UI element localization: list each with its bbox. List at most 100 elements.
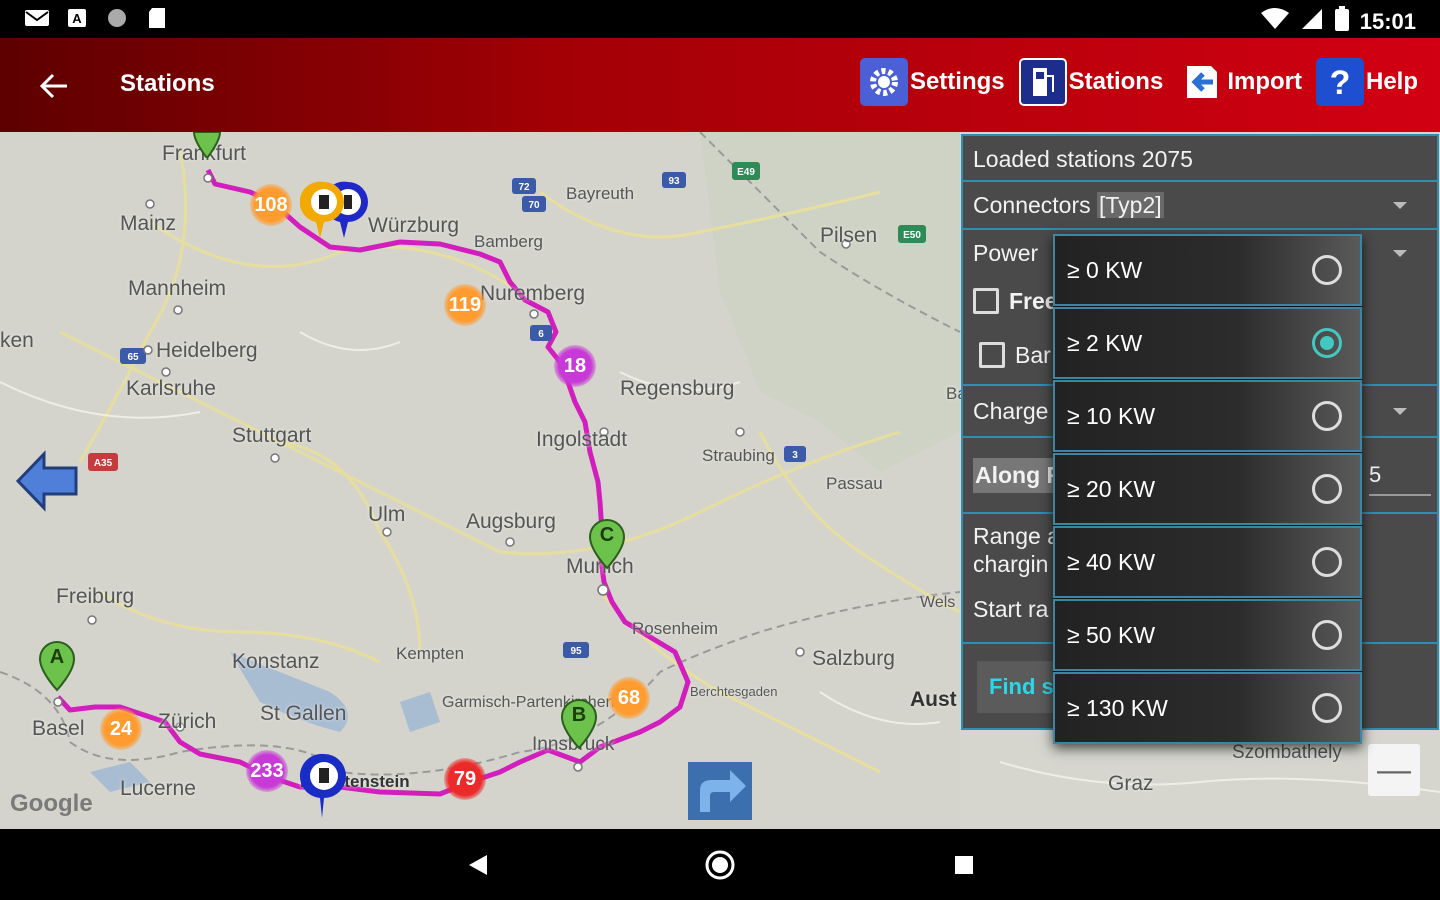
waypoint-a-pin[interactable]: A <box>38 640 76 692</box>
power-option[interactable]: ≥ 40 KW <box>1053 526 1362 598</box>
sd-card-icon <box>144 6 170 30</box>
map-label: Lucerne <box>120 777 196 800</box>
station-pin[interactable] <box>298 752 350 822</box>
power-option-label: ≥ 2 KW <box>1067 329 1143 356</box>
station-cluster[interactable]: 233 <box>246 750 288 792</box>
map-label: Passau <box>826 474 883 493</box>
map-label: Basel <box>32 717 85 740</box>
connectors-value: [Typ2] <box>1097 192 1164 218</box>
connectors-select[interactable]: Connectors [Typ2] <box>963 182 1437 230</box>
station-cluster[interactable]: 18 <box>554 345 596 387</box>
app-bar: Stations Settings Stations Import ? Help <box>0 38 1440 132</box>
map-label: Mainz <box>120 212 177 235</box>
power-label: Power <box>973 240 1039 266</box>
back-nav-button[interactable] <box>460 847 496 883</box>
status-bar: A 15:01 <box>0 0 1440 38</box>
radio-button[interactable] <box>1312 401 1342 431</box>
map-label: Kempten <box>396 644 465 663</box>
google-attribution: Google <box>10 790 93 817</box>
waypoint-label: B <box>571 704 587 726</box>
map-label: Konstanz <box>232 650 320 673</box>
collapse-arrow-button[interactable] <box>14 450 80 512</box>
chevron-down-icon <box>1393 408 1407 415</box>
free-checkbox[interactable] <box>973 288 999 314</box>
svg-text:6: 6 <box>538 329 544 340</box>
radio-button[interactable] <box>1312 693 1342 723</box>
charge-label: Charge <box>973 398 1049 424</box>
station-cluster[interactable]: 108 <box>250 184 292 226</box>
waypoint-start-pin[interactable] <box>192 132 222 158</box>
power-option-label: ≥ 50 KW <box>1067 621 1156 648</box>
along-route-button[interactable]: Along R <box>973 458 1066 493</box>
svg-text:A35: A35 <box>94 458 113 469</box>
import-button[interactable]: Import <box>1177 58 1302 106</box>
waypoint-b-pin[interactable]: B <box>560 698 598 750</box>
along-route-distance-input[interactable]: 5 <box>1369 462 1431 496</box>
back-button[interactable] <box>32 64 76 108</box>
clock: 15:01 <box>1359 8 1416 34</box>
map-label: Szombathely <box>1232 742 1342 763</box>
gear-icon <box>859 58 908 106</box>
recents-nav-button[interactable] <box>946 847 982 883</box>
power-option[interactable]: ≥ 2 KW <box>1053 307 1362 379</box>
svg-text:93: 93 <box>668 176 680 187</box>
map-label: Berchtesgaden <box>690 684 778 699</box>
map-label: Freiburg <box>56 585 135 608</box>
map-label: Straubing <box>702 446 775 465</box>
svg-text:A: A <box>72 11 82 26</box>
map-label: Rosenheim <box>632 619 718 638</box>
radio-button[interactable] <box>1312 255 1342 285</box>
map-label: Regensburg <box>620 377 735 400</box>
svg-text:95: 95 <box>570 646 582 657</box>
map-label: Ulm <box>368 503 406 526</box>
settings-label: Settings <box>909 68 1005 95</box>
system-nav-bar <box>0 829 1440 900</box>
power-option-label: ≥ 40 KW <box>1067 548 1156 575</box>
station-cluster[interactable]: 24 <box>100 708 142 750</box>
map-label: Pilsen <box>820 224 878 247</box>
station-cluster[interactable]: 119 <box>444 284 486 326</box>
radio-button[interactable] <box>1312 620 1342 650</box>
chevron-down-icon <box>1393 250 1407 257</box>
triangle-back-icon <box>469 855 487 875</box>
power-option-label: ≥ 0 KW <box>1067 256 1143 283</box>
settings-button[interactable]: Settings <box>859 58 1005 106</box>
page-title: Stations <box>120 70 215 97</box>
map-label: Heidelberg <box>156 339 258 362</box>
radio-button[interactable] <box>1312 547 1342 577</box>
station-cluster[interactable]: 68 <box>608 677 650 719</box>
station-cluster[interactable]: 79 <box>444 758 486 800</box>
map-label: Graz <box>1108 772 1154 795</box>
bar-checkbox[interactable] <box>979 342 1005 368</box>
radio-button-selected[interactable] <box>1312 328 1342 358</box>
power-option[interactable]: ≥ 130 KW <box>1053 672 1362 744</box>
import-label: Import <box>1227 68 1302 95</box>
waypoint-c-pin[interactable]: C <box>588 518 626 570</box>
route-share-button[interactable] <box>688 762 752 820</box>
stations-button[interactable]: Stations <box>1018 58 1163 106</box>
map-label: Stuttgart <box>232 424 312 447</box>
free-label: Free <box>1009 288 1058 314</box>
map-label: Würzburg <box>368 214 460 237</box>
help-button[interactable]: ? Help <box>1315 58 1418 106</box>
start-range-label: Start ra <box>973 596 1049 622</box>
charging-station-pin-icon <box>300 181 368 238</box>
radio-button[interactable] <box>1312 474 1342 504</box>
station-pin-group[interactable] <box>300 178 380 250</box>
power-option[interactable]: ≥ 50 KW <box>1053 599 1362 671</box>
zoom-out-button[interactable]: — <box>1368 744 1420 796</box>
turn-right-icon <box>688 762 752 820</box>
help-label: Help <box>1365 68 1418 95</box>
waypoint-label: C <box>599 524 615 546</box>
chevron-down-icon <box>1393 202 1407 209</box>
map-label: Zürich <box>158 710 217 733</box>
power-option[interactable]: ≥ 0 KW <box>1053 234 1362 306</box>
power-option[interactable]: ≥ 10 KW <box>1053 380 1362 452</box>
waypoint-label: A <box>49 646 65 668</box>
map-label: Karlsruhe <box>126 377 216 400</box>
home-nav-button[interactable] <box>702 847 738 883</box>
charging-station-icon <box>1018 58 1067 106</box>
map-label: Salzburg <box>812 647 895 670</box>
power-option[interactable]: ≥ 20 KW <box>1053 453 1362 525</box>
map-label: Aust <box>910 688 957 711</box>
